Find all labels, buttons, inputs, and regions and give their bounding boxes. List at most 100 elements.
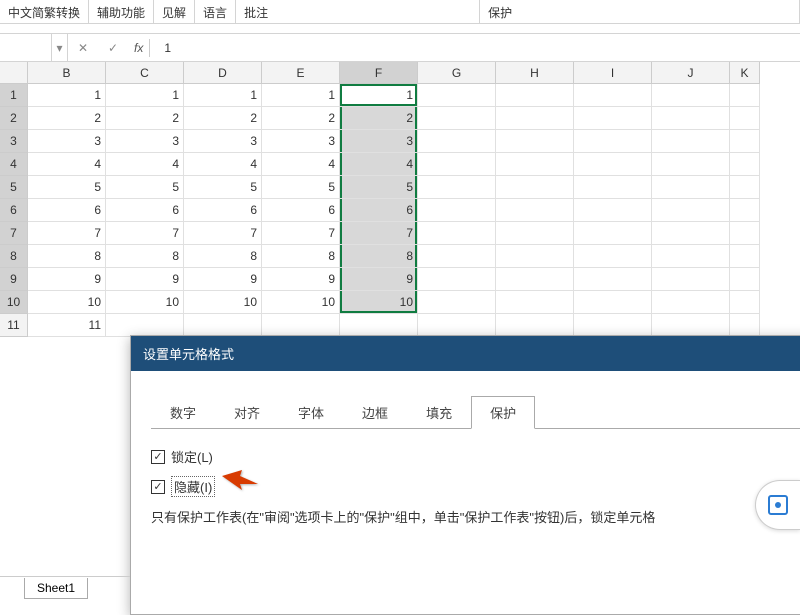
cell[interactable] — [652, 268, 730, 291]
dialog-tab[interactable]: 边框 — [343, 396, 407, 429]
cell[interactable]: 8 — [184, 245, 262, 268]
cell[interactable]: 5 — [184, 176, 262, 199]
cell[interactable] — [574, 268, 652, 291]
cell[interactable] — [574, 199, 652, 222]
cell[interactable]: 4 — [184, 153, 262, 176]
cell[interactable]: 5 — [28, 176, 106, 199]
ribbon-tab[interactable]: 批注 — [236, 0, 480, 23]
cell[interactable]: 8 — [106, 245, 184, 268]
cell[interactable] — [574, 176, 652, 199]
cell[interactable] — [496, 222, 574, 245]
cell[interactable] — [496, 84, 574, 107]
cell[interactable] — [418, 268, 496, 291]
cell[interactable] — [496, 245, 574, 268]
hide-checkbox[interactable] — [151, 480, 165, 494]
cell[interactable] — [496, 107, 574, 130]
cell[interactable] — [262, 314, 340, 337]
cell[interactable] — [652, 107, 730, 130]
cell[interactable] — [418, 84, 496, 107]
cell[interactable]: 7 — [28, 222, 106, 245]
cell[interactable] — [730, 130, 760, 153]
cell[interactable]: 9 — [106, 268, 184, 291]
cell[interactable] — [574, 84, 652, 107]
ribbon-tab[interactable]: 见解 — [154, 0, 195, 23]
cell[interactable] — [184, 314, 262, 337]
cell[interactable]: 2 — [340, 107, 418, 130]
cell[interactable] — [652, 130, 730, 153]
cell[interactable] — [496, 314, 574, 337]
column-header[interactable]: K — [730, 62, 760, 84]
cell[interactable]: 6 — [340, 199, 418, 222]
name-box-dropdown-icon[interactable]: ▾ — [52, 34, 68, 61]
cell[interactable]: 9 — [184, 268, 262, 291]
cell[interactable]: 1 — [340, 84, 418, 107]
cell[interactable]: 4 — [262, 153, 340, 176]
cell[interactable]: 10 — [28, 291, 106, 314]
cell[interactable]: 1 — [184, 84, 262, 107]
ribbon-tab[interactable]: 辅助功能 — [89, 0, 154, 23]
column-header[interactable]: I — [574, 62, 652, 84]
cell[interactable]: 1 — [262, 84, 340, 107]
cell[interactable] — [574, 245, 652, 268]
row-header[interactable]: 6 — [0, 199, 28, 222]
cell[interactable]: 8 — [28, 245, 106, 268]
confirm-icon[interactable]: ✓ — [98, 34, 128, 61]
column-header[interactable]: F — [340, 62, 418, 84]
lock-checkbox-row[interactable]: 锁定(L) — [151, 447, 800, 466]
cell[interactable]: 1 — [28, 84, 106, 107]
column-header[interactable]: G — [418, 62, 496, 84]
column-header[interactable]: D — [184, 62, 262, 84]
cell[interactable] — [730, 268, 760, 291]
dialog-tab[interactable]: 数字 — [151, 396, 215, 429]
ribbon-tab[interactable]: 语言 — [195, 0, 236, 23]
cell[interactable]: 2 — [28, 107, 106, 130]
row-header[interactable]: 8 — [0, 245, 28, 268]
row-header[interactable]: 2 — [0, 107, 28, 130]
row-header[interactable]: 5 — [0, 176, 28, 199]
lock-checkbox[interactable] — [151, 450, 165, 464]
cell[interactable] — [652, 84, 730, 107]
cell[interactable]: 3 — [106, 130, 184, 153]
cell[interactable] — [496, 130, 574, 153]
cell[interactable] — [574, 291, 652, 314]
cell[interactable] — [106, 314, 184, 337]
column-header[interactable]: J — [652, 62, 730, 84]
cell[interactable] — [418, 153, 496, 176]
cell[interactable] — [730, 153, 760, 176]
cell[interactable] — [418, 199, 496, 222]
cell[interactable] — [574, 130, 652, 153]
cell[interactable] — [418, 314, 496, 337]
select-all-triangle[interactable] — [0, 62, 28, 84]
dialog-tab[interactable]: 填充 — [407, 396, 471, 429]
cell[interactable]: 6 — [28, 199, 106, 222]
cell[interactable] — [418, 130, 496, 153]
cell[interactable]: 3 — [262, 130, 340, 153]
cell[interactable]: 2 — [106, 107, 184, 130]
column-header[interactable]: B — [28, 62, 106, 84]
cell[interactable] — [730, 84, 760, 107]
cell[interactable]: 3 — [340, 130, 418, 153]
cell[interactable]: 7 — [262, 222, 340, 245]
cell[interactable]: 5 — [340, 176, 418, 199]
cell[interactable] — [730, 222, 760, 245]
cell[interactable]: 10 — [340, 291, 418, 314]
cell[interactable]: 5 — [106, 176, 184, 199]
cell[interactable] — [418, 176, 496, 199]
cell[interactable] — [496, 153, 574, 176]
cell[interactable]: 6 — [262, 199, 340, 222]
cell[interactable]: 2 — [262, 107, 340, 130]
cell[interactable] — [574, 107, 652, 130]
cell[interactable]: 6 — [106, 199, 184, 222]
cell[interactable]: 6 — [184, 199, 262, 222]
ribbon-tab[interactable]: 保护 — [480, 0, 800, 23]
cell[interactable] — [340, 314, 418, 337]
cell[interactable]: 10 — [184, 291, 262, 314]
cell[interactable]: 9 — [262, 268, 340, 291]
dialog-tab[interactable]: 对齐 — [215, 396, 279, 429]
cell[interactable] — [652, 222, 730, 245]
cell[interactable] — [496, 199, 574, 222]
cell[interactable]: 11 — [28, 314, 106, 337]
dialog-tab[interactable]: 字体 — [279, 396, 343, 429]
cell[interactable]: 3 — [184, 130, 262, 153]
cancel-icon[interactable]: ✕ — [68, 34, 98, 61]
